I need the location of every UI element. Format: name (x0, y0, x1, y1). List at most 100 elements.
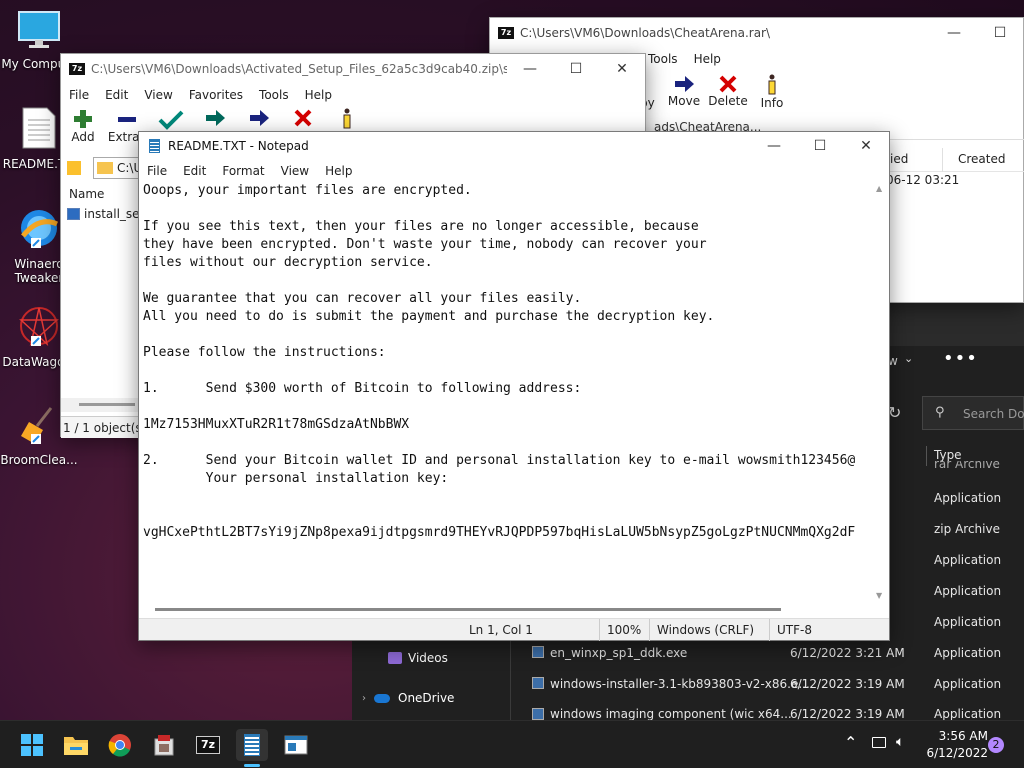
menu-tools[interactable]: Tools (251, 88, 297, 102)
menu-bar: File Edit View Favorites Tools Help (61, 84, 645, 106)
column-header-type[interactable]: Type (934, 448, 962, 462)
taskbar-chrome[interactable] (104, 729, 136, 761)
menu-view[interactable]: View (136, 88, 180, 102)
up-folder-icon[interactable] (67, 161, 81, 175)
maximize-button[interactable]: ☐ (797, 131, 843, 161)
chevron-up-icon[interactable]: ⌃ (844, 733, 857, 752)
close-x-icon (294, 109, 312, 127)
minus-icon (118, 117, 136, 122)
table-row[interactable]: windows imaging component (wic x64... 6/… (530, 707, 1024, 720)
menu-edit[interactable]: Edit (175, 164, 214, 178)
file-type: Application (934, 491, 1002, 505)
minimize-button[interactable]: — (751, 131, 797, 161)
menu-help[interactable]: Help (297, 88, 340, 102)
clock-date[interactable]: 6/12/2022 (926, 746, 988, 760)
horizontal-scrollbar[interactable] (139, 602, 872, 618)
menu-bar: Tools Help (640, 48, 729, 70)
exe-file-icon (532, 677, 544, 689)
nav-item-onedrive[interactable]: › OneDrive (362, 691, 454, 705)
checkmark-icon (158, 110, 184, 130)
window-title: C:\Users\VM6\Downloads\Activated_Setup_F… (91, 62, 507, 76)
column-divider (926, 446, 927, 466)
volume-icon[interactable]: 🔈︎ (896, 734, 904, 750)
cursor-position: Ln 1, Col 1 (469, 623, 533, 637)
minimize-button[interactable]: — (507, 54, 553, 84)
menu-help[interactable]: Help (317, 164, 360, 178)
taskbar-file-explorer[interactable] (60, 729, 92, 761)
taskbar-notepad[interactable] (236, 729, 268, 761)
exe-file-icon (67, 208, 80, 220)
zoom-level: 100% (607, 623, 642, 637)
taskbar-installer[interactable] (148, 729, 180, 761)
status-text: 1 / 1 object(s) (63, 421, 147, 435)
clock-time[interactable]: 3:56 AM (936, 729, 988, 743)
table-row[interactable]: en_winxp_sp1_ddk.exe 6/12/2022 3:21 AM A… (530, 645, 1024, 665)
minimize-button[interactable]: — (931, 18, 977, 48)
search-input[interactable]: Search Dow (963, 407, 1024, 421)
file-date: 6/12/2022 3:19 AM (790, 677, 905, 691)
cloud-icon (374, 693, 390, 703)
menu-file[interactable]: File (61, 88, 97, 102)
text-file-icon (22, 107, 56, 149)
close-button[interactable]: ✕ (599, 54, 645, 84)
delete-button[interactable]: Delete (706, 74, 750, 110)
nav-item-videos[interactable]: Videos (388, 651, 448, 665)
arrow-right-icon (250, 110, 269, 126)
menu-help[interactable]: Help (686, 52, 729, 66)
table-row[interactable]: windows-installer-3.1-kb893803-v2-x86.e.… (530, 676, 1024, 696)
notepad-window: README.TXT - Notepad — ☐ ✕ File Edit For… (138, 131, 890, 641)
horizontal-scrollbar[interactable] (61, 398, 139, 412)
menu-file[interactable]: File (139, 164, 175, 178)
file-name: en_winxp_sp1_ddk.exe (550, 646, 688, 660)
file-name: windows imaging component (wic x64... (550, 707, 792, 720)
text-line: 1. Send $300 worth of Bitcoin to followi… (143, 381, 582, 396)
maximize-button[interactable]: ☐ (553, 54, 599, 84)
notification-badge[interactable]: 2 (988, 737, 1004, 753)
close-x-icon (719, 75, 737, 93)
start-button[interactable] (16, 729, 48, 761)
menu-edit[interactable]: Edit (97, 88, 136, 102)
menu-favorites[interactable]: Favorites (181, 88, 251, 102)
taskbar-app[interactable] (280, 729, 312, 761)
text-line: Ooops, your important files are encrypte… (143, 183, 472, 198)
network-icon[interactable] (872, 737, 886, 748)
add-button[interactable]: Add (61, 108, 105, 144)
menu-view[interactable]: View (273, 164, 317, 178)
text-line: Please follow the instructions: (143, 345, 386, 360)
nav-item-label: OneDrive (398, 691, 455, 705)
window-title: C:\Users\VM6\Downloads\CheatArena.rar\ (520, 26, 771, 40)
text-area[interactable]: Ooops, your important files are encrypte… (139, 182, 872, 602)
vertical-scrollbar[interactable]: ▲ ▼ (871, 182, 889, 602)
status-divider (769, 619, 770, 641)
menu-tools[interactable]: Tools (640, 52, 686, 66)
column-header-modified[interactable]: ied (890, 152, 908, 166)
info-button[interactable]: Info (750, 74, 794, 110)
close-button[interactable]: ✕ (843, 131, 889, 161)
column-header-created[interactable]: Created (958, 152, 1006, 166)
text-line: 1Mz7153HMuxXTuR2R1t78mGSdzaAtNbBWX (143, 417, 410, 432)
text-line: All you need to do is submit the payment… (143, 309, 715, 324)
7zip-logo-icon: 7z (69, 63, 85, 75)
column-header-name[interactable]: Name (69, 187, 104, 201)
file-date: 6/12/2022 3:21 AM (790, 646, 905, 660)
more-options-icon[interactable]: ••• (943, 348, 978, 369)
arrow-right-icon (206, 110, 225, 126)
menu-format[interactable]: Format (214, 164, 272, 178)
7zip-logo-icon: 7z (196, 736, 220, 754)
winaero-logo-icon (21, 210, 59, 248)
nav-item-label: Videos (408, 651, 448, 665)
move-button[interactable]: Move (662, 74, 706, 110)
status-divider (649, 619, 650, 641)
file-type: zip Archive (934, 522, 1000, 536)
maximize-button[interactable]: ☐ (977, 18, 1023, 48)
refresh-icon[interactable]: ↻ (888, 403, 901, 422)
line-ending: Windows (CRLF) (657, 623, 755, 637)
plus-icon (74, 110, 92, 128)
search-box[interactable]: ⚲ Search Dow (922, 396, 1024, 430)
folder-icon (97, 162, 113, 174)
toolbar: py Move Delete Info (640, 74, 794, 110)
taskbar-7zip[interactable]: 7z (192, 729, 224, 761)
tool-label: Move (667, 94, 701, 108)
taskbar: 7z ⌃ 🔈︎ 3:56 AM 6/12/2022 2 (0, 720, 1024, 768)
tool-label: Info (760, 96, 784, 110)
